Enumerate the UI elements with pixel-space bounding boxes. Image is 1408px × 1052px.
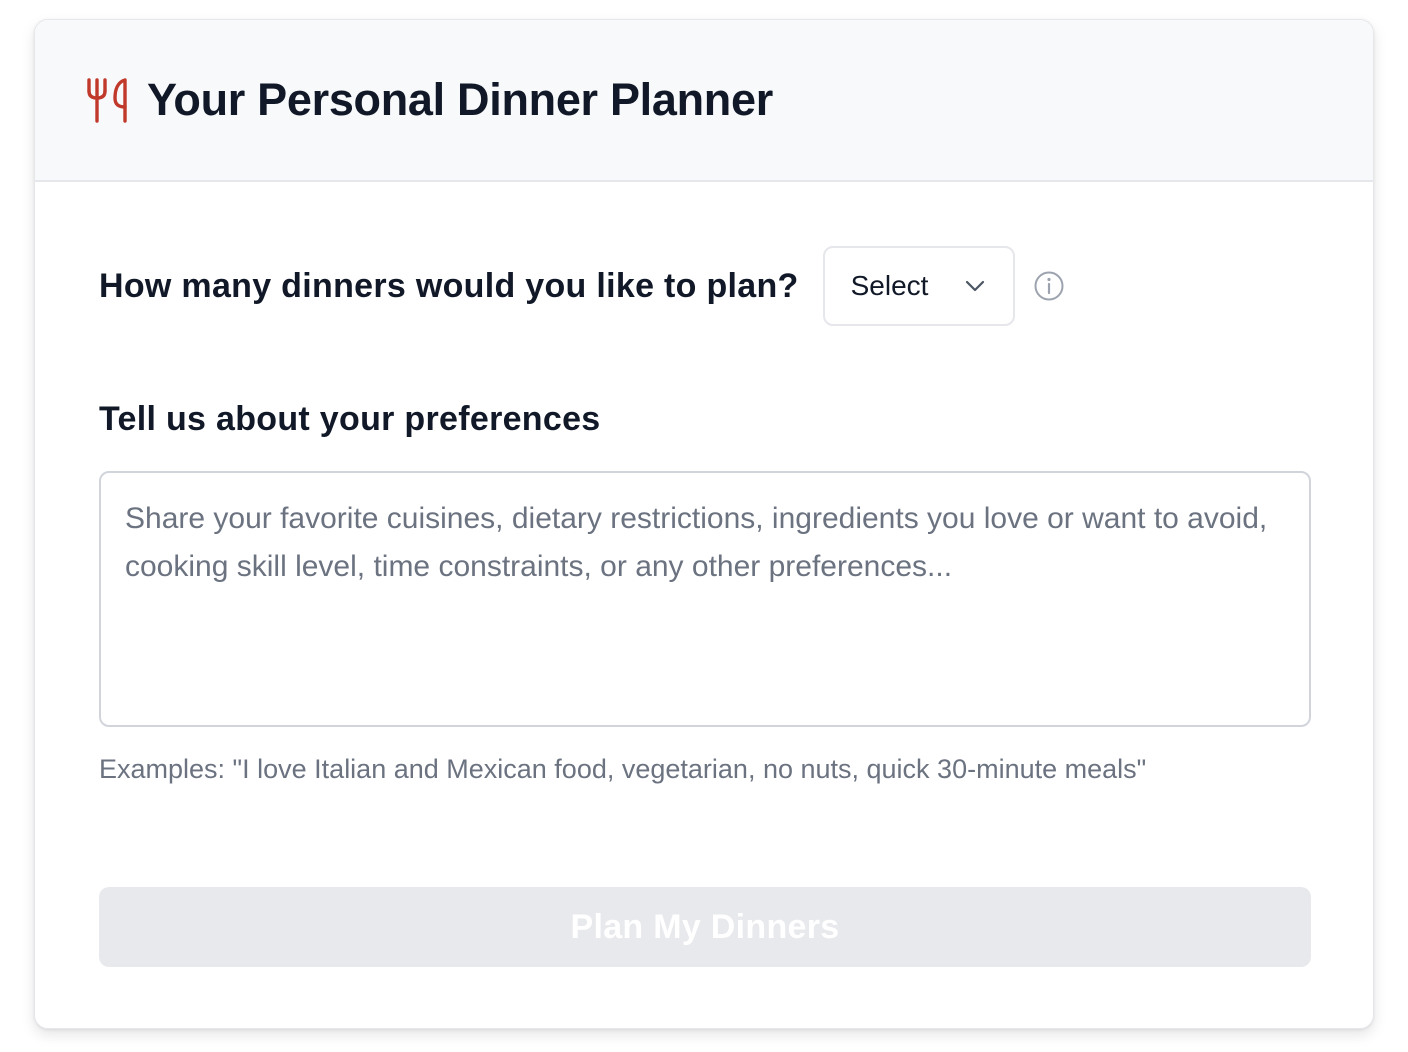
dinner-count-select-value: Select [850,270,929,301]
preferences-textarea[interactable] [99,471,1311,727]
page-title: Your Personal Dinner Planner [147,74,773,125]
dinner-count-row: How many dinners would you like to plan?… [99,246,1065,326]
planner-card: Your Personal Dinner Planner How many di… [34,19,1374,1029]
dinner-count-select[interactable]: Select [822,246,1015,326]
plan-dinners-button[interactable]: Plan My Dinners [99,887,1311,967]
info-icon[interactable] [1033,270,1065,302]
dinner-count-label: How many dinners would you like to plan? [99,266,799,305]
utensils-icon [87,78,127,123]
chevron-down-icon [965,280,984,292]
card-header: Your Personal Dinner Planner [35,20,1373,182]
preferences-examples-hint: Examples: "I love Italian and Mexican fo… [99,754,1147,784]
preferences-label: Tell us about your preferences [99,400,601,438]
